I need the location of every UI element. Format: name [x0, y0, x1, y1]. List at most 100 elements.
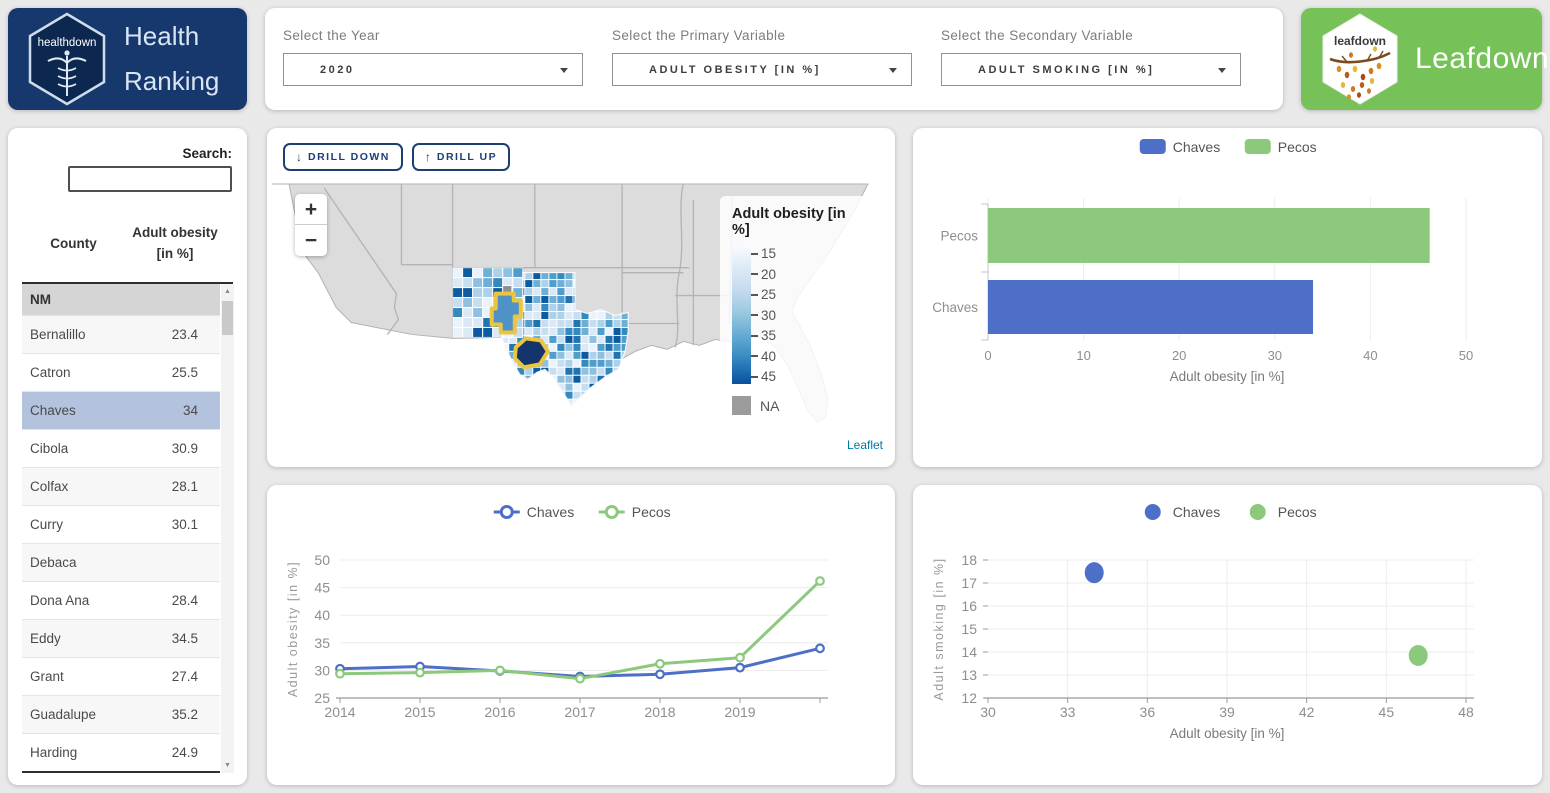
- value-cell: 24.9: [134, 745, 220, 760]
- year-select-value: 2020: [320, 64, 354, 76]
- leafdown-hexagon-icon: leafdown: [1317, 11, 1403, 107]
- table-row[interactable]: Catron25.5: [22, 354, 220, 392]
- leaflet-map[interactable]: + − Adult obesity [in %] 15202530354045 …: [268, 180, 894, 457]
- svg-text:40: 40: [314, 607, 330, 623]
- svg-text:Adult smoking [in %]: Adult smoking [in %]: [932, 557, 946, 700]
- county-cell: Curry: [22, 517, 134, 532]
- leafdown-title: Leafdown: [1415, 42, 1549, 76]
- county-cell: Dona Ana: [22, 593, 134, 608]
- legend-item-pecos[interactable]: Pecos: [1245, 139, 1317, 155]
- healthdown-hexagon-icon: healthdown: [24, 11, 110, 107]
- legend-tick: 15: [751, 246, 776, 261]
- svg-text:Adult obesity [in %]: Adult obesity [in %]: [286, 561, 300, 697]
- legend-tick: 25: [751, 287, 776, 302]
- svg-text:36: 36: [1140, 704, 1156, 720]
- secondary-variable-label: Select the Secondary Variable: [941, 28, 1241, 43]
- svg-text:14: 14: [961, 644, 977, 660]
- legend-tick: 40: [751, 349, 776, 364]
- column-header-county[interactable]: County: [22, 236, 125, 251]
- svg-text:Pecos: Pecos: [1278, 504, 1317, 520]
- bar-pecos[interactable]: [988, 208, 1430, 263]
- table-row[interactable]: Dona Ana28.4: [22, 582, 220, 620]
- app-title: Health Ranking: [124, 14, 219, 104]
- zoom-in-button[interactable]: +: [295, 194, 327, 225]
- county-cell: Catron: [22, 365, 134, 380]
- obesity-smoking-scatter-chart: 3033363942454812131415161718Adult obesit…: [913, 485, 1542, 785]
- svg-text:20: 20: [1172, 348, 1186, 363]
- value-cell: 30.9: [134, 441, 220, 456]
- svg-text:Adult obesity [in %]: Adult obesity [in %]: [1170, 369, 1285, 384]
- legend-item-chaves[interactable]: Chaves: [1145, 504, 1220, 520]
- chevron-down-icon: [889, 68, 897, 73]
- table-row[interactable]: Cibola30.9: [22, 430, 220, 468]
- svg-text:2018: 2018: [644, 704, 675, 720]
- primary-variable-label: Select the Primary Variable: [612, 28, 912, 43]
- value-cell: 30.1: [134, 517, 220, 532]
- svg-text:16: 16: [961, 598, 977, 614]
- bar-chart-panel: 01020304050PecosChavesAdult obesity [in …: [913, 128, 1542, 467]
- table-row[interactable]: Bernalillo23.4: [22, 316, 220, 354]
- drill-down-label: DRILL DOWN: [308, 151, 390, 163]
- primary-variable-filter: Select the Primary Variable ADULT OBESIT…: [612, 28, 912, 86]
- svg-text:Chaves: Chaves: [1173, 504, 1220, 520]
- legend-item-pecos[interactable]: Pecos: [1250, 504, 1317, 520]
- point-pecos[interactable]: [1409, 645, 1428, 666]
- legend-tick: 45: [751, 369, 776, 384]
- table-scrollbar[interactable]: [221, 284, 234, 773]
- primary-variable-select[interactable]: ADULT OBESITY [IN %]: [612, 53, 912, 86]
- year-filter: Select the Year 2020: [283, 28, 583, 86]
- value-cell: 28.4: [134, 593, 220, 608]
- table-row[interactable]: Curry30.1: [22, 506, 220, 544]
- svg-text:35: 35: [314, 635, 330, 651]
- health-dashboard: healthdown Health Ranking Select the Yea…: [0, 0, 1550, 793]
- svg-text:30: 30: [1268, 348, 1282, 363]
- svg-text:12: 12: [961, 690, 977, 706]
- year-select[interactable]: 2020: [283, 53, 583, 86]
- legend-na-row: NA: [732, 396, 856, 415]
- county-cell: Eddy: [22, 631, 134, 646]
- app-title-line1: Health: [124, 14, 219, 59]
- point-chaves[interactable]: [1085, 562, 1104, 583]
- legend-tick: 35: [751, 328, 776, 343]
- county-cell: Bernalillo: [22, 327, 134, 342]
- county-cell: Grant: [22, 669, 134, 684]
- line-pecos[interactable]: [340, 581, 820, 679]
- drill-down-button[interactable]: ↓ DRILL DOWN: [283, 143, 403, 171]
- table-row[interactable]: Colfax28.1: [22, 468, 220, 506]
- secondary-variable-select[interactable]: ADULT SMOKING [IN %]: [941, 53, 1241, 86]
- county-pecos-highlight[interactable]: [515, 338, 548, 367]
- legend-item-chaves[interactable]: Chaves: [494, 504, 574, 520]
- leaflet-attribution-link[interactable]: Leaflet: [841, 436, 889, 454]
- column-header-adult-obesity[interactable]: Adult obesity [in %]: [125, 222, 233, 264]
- table-row[interactable]: Guadalupe35.2: [22, 696, 220, 734]
- svg-text:50: 50: [1459, 348, 1473, 363]
- search-input[interactable]: [68, 166, 232, 192]
- table-row[interactable]: Harding24.9: [22, 734, 220, 772]
- scroll-down-icon[interactable]: [221, 758, 234, 773]
- svg-text:Chaves: Chaves: [527, 504, 574, 520]
- value-cell: 28.1: [134, 479, 220, 494]
- arrow-down-icon: ↓: [296, 150, 302, 164]
- scroll-up-icon[interactable]: [221, 284, 234, 299]
- legend-item-chaves[interactable]: Chaves: [1140, 139, 1220, 155]
- health-ranking-logo: healthdown Health Ranking: [8, 8, 247, 110]
- drill-up-button[interactable]: ↑ DRILL UP: [412, 143, 510, 171]
- table-row[interactable]: Chaves34: [22, 392, 220, 430]
- table-row[interactable]: Grant27.4: [22, 658, 220, 696]
- table-group-row[interactable]: NM: [22, 284, 220, 316]
- bar-chaves[interactable]: [988, 280, 1313, 334]
- table-row[interactable]: Debaca: [22, 544, 220, 582]
- svg-text:18: 18: [961, 552, 977, 568]
- drill-up-label: DRILL UP: [437, 151, 497, 163]
- svg-text:40: 40: [1363, 348, 1377, 363]
- legend-tick-labels: 15202530354045: [751, 246, 776, 384]
- map-panel: ↓ DRILL DOWN ↑ DRILL UP: [267, 128, 895, 467]
- table-row[interactable]: Eddy34.5: [22, 620, 220, 658]
- value-cell: 23.4: [134, 327, 220, 342]
- svg-text:13: 13: [961, 667, 977, 683]
- scrollbar-thumb[interactable]: [222, 301, 233, 335]
- legend-item-pecos[interactable]: Pecos: [599, 504, 671, 520]
- zoom-out-button[interactable]: −: [295, 225, 327, 256]
- filter-bar: Select the Year 2020 Select the Primary …: [265, 8, 1283, 110]
- secondary-variable-value: ADULT SMOKING [IN %]: [978, 64, 1154, 76]
